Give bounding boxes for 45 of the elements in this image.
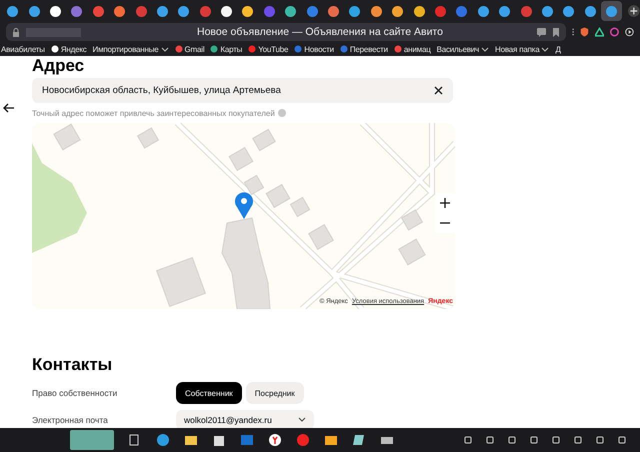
location-pin-icon — [235, 192, 253, 219]
ownership-option[interactable]: Посредник — [246, 382, 304, 404]
plus-icon — [440, 198, 450, 208]
bookmark-icon[interactable] — [552, 28, 560, 36]
caret-icon — [298, 417, 306, 423]
address-bar[interactable]: Новое объявление — Объявления на сайте Авито — [6, 23, 566, 41]
bookmark-favicon-icon — [50, 45, 59, 53]
bookmark-item[interactable]: Импортированные — [92, 44, 169, 54]
bookmark-favicon-icon — [248, 45, 256, 53]
clear-icon[interactable] — [434, 86, 443, 95]
comment-icon[interactable] — [537, 28, 546, 36]
bookmark-item[interactable]: Новости — [294, 44, 334, 54]
bookmark-item[interactable]: YouTube — [248, 44, 288, 54]
lock-icon — [12, 28, 20, 36]
bookmark-item[interactable]: Перевести — [340, 44, 388, 54]
bookmark-favicon-icon — [174, 45, 183, 53]
hint-text: Точный адрес поможет привлечь заинтересованных покупателей — [32, 108, 275, 118]
bookmark-favicon-icon — [210, 45, 218, 53]
bookmark-favicon-icon — [340, 45, 348, 53]
page-title: Новое объявление — Объявления на сайте Авито — [197, 26, 443, 38]
field-label: Право собственности — [32, 388, 118, 398]
section-heading: Контакты — [32, 355, 114, 375]
bookmark-item[interactable]: Авиабилеты — [1, 44, 45, 54]
arrow-left-icon — [3, 103, 15, 113]
bookmark-item[interactable]: Карты — [210, 44, 242, 54]
more-icon[interactable] — [572, 27, 574, 37]
bookmark-favicon-icon — [294, 45, 302, 53]
ownership-option[interactable]: Собственник — [176, 382, 242, 404]
address-field[interactable]: Новосибирская область, Куйбышев, улица Артемьева — [32, 78, 453, 103]
new-tab-icon[interactable] — [628, 5, 640, 17]
browser-tab[interactable] — [600, 1, 622, 21]
bookmark-item[interactable]: Gmail — [174, 44, 204, 54]
ring-icon[interactable] — [610, 26, 620, 38]
bookmark-item[interactable]: анимац — [394, 44, 431, 54]
bookmark-item[interactable]: Васильевич — [436, 44, 490, 54]
minus-icon — [440, 222, 450, 224]
bookmark-item[interactable]: Новая папка — [495, 44, 550, 54]
bookmark-item[interactable]: Д — [555, 44, 561, 54]
bookmark-item[interactable]: Яндекс — [50, 44, 87, 54]
bookmark-favicon-icon — [394, 45, 402, 53]
play-icon[interactable] — [625, 26, 634, 38]
field-label: Электронная почта — [32, 415, 109, 425]
yandex-browser-icon[interactable] — [268, 433, 282, 447]
email-field[interactable]: wolkol2011@yandex.ru — [176, 410, 314, 428]
section-heading: Адрес — [32, 56, 86, 76]
